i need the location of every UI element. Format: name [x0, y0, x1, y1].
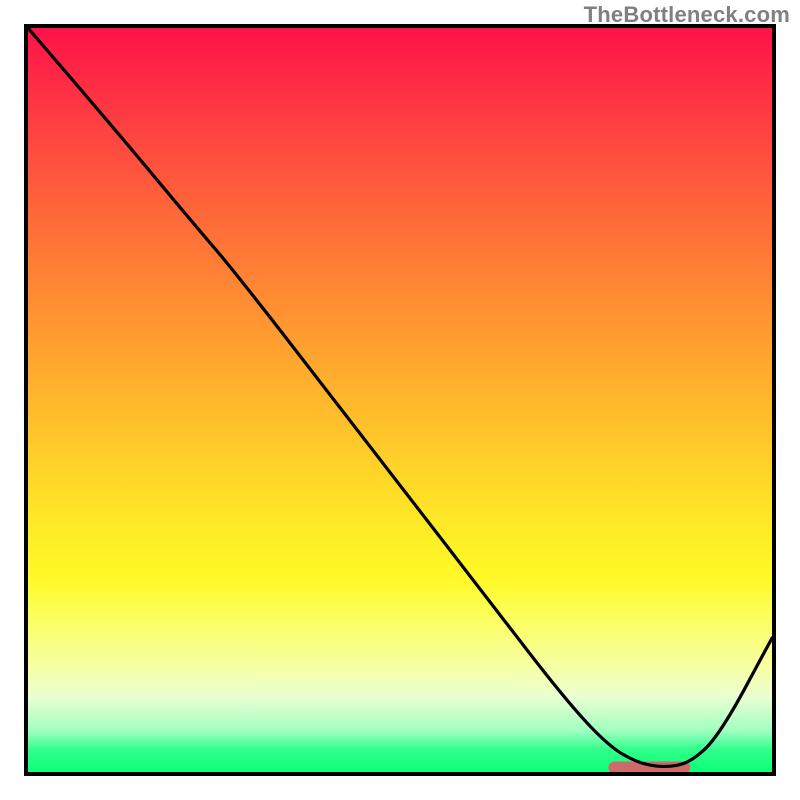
watermark-text: TheBottleneck.com	[584, 2, 790, 28]
curve-line	[28, 28, 772, 766]
chart-container: TheBottleneck.com	[0, 0, 800, 800]
plot-area	[24, 24, 776, 776]
plot-overlay	[28, 28, 772, 772]
